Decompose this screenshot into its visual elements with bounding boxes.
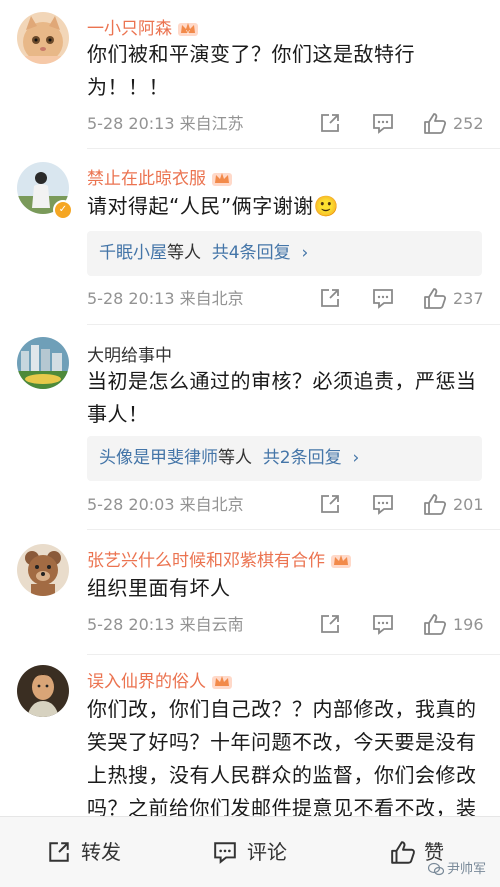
painting-avatar-image xyxy=(17,665,69,717)
comment-icon xyxy=(373,289,393,309)
reply-user-link[interactable]: 千眠小屋 xyxy=(99,243,167,263)
avatar[interactable] xyxy=(17,665,69,717)
forward-button[interactable] xyxy=(319,490,343,520)
avatar[interactable] xyxy=(17,12,69,64)
bear-avatar-image xyxy=(17,544,69,596)
comment-text: 组织里面有坏人 xyxy=(87,576,231,600)
replies-preview[interactable]: 头像是甲斐律师等人 共2条回复 › xyxy=(87,436,482,481)
comment-item: ✓ 禁止在此晾衣服 请对得起“人民”俩字谢谢🙂 千眠小屋等人 共4条回复 › 5… xyxy=(0,150,500,325)
comment-time-location: 5-28 20:13 来自云南 xyxy=(87,615,244,634)
thumbs-up-icon xyxy=(424,494,447,515)
comment-text: 你们被和平演变了？你们这是敌特行为！！！ xyxy=(87,42,415,99)
vip-crown-icon xyxy=(212,173,232,186)
comment-time-location: 5-28 20:03 来自北京 xyxy=(87,495,244,514)
forward-label: 转发 xyxy=(81,840,121,864)
vip-crown-icon xyxy=(331,555,351,568)
forward-button[interactable] xyxy=(319,284,343,314)
comment-button[interactable] xyxy=(372,109,396,139)
reply-user-link[interactable]: 头像是甲斐律师 xyxy=(99,448,218,468)
thumbs-up-icon xyxy=(424,288,447,309)
comment-item: 一小只阿森 V 你们被和平演变了？你们这是敌特行为！！！ 5-28 20:13 来… xyxy=(0,0,500,150)
thumbs-up-icon xyxy=(424,113,447,134)
comment-label: 评论 xyxy=(247,840,287,864)
vip-crown-icon xyxy=(212,676,232,689)
bottom-forward-button[interactable]: 转发 xyxy=(47,817,137,887)
comment-icon xyxy=(373,114,393,134)
comment-icon xyxy=(373,615,393,635)
forward-icon xyxy=(321,114,339,132)
bottom-action-bar: 转发 评论 赞 尹帅军 xyxy=(0,816,500,887)
comment-button[interactable] xyxy=(372,284,396,314)
cat-avatar-image xyxy=(17,12,69,64)
comment-time-location: 5-28 20:13 来自北京 xyxy=(87,289,244,308)
comment-button[interactable] xyxy=(372,610,396,640)
reply-count-link[interactable]: 共2条回复 xyxy=(263,448,342,468)
comment-text: 当初是怎么通过的审核？必须追责，严惩当事人！ xyxy=(87,369,477,426)
forward-button[interactable] xyxy=(319,109,343,139)
commenter-name[interactable]: 大明给事中 xyxy=(87,341,172,366)
comment-icon xyxy=(214,842,236,864)
comment-item: 大明给事中 当初是怎么通过的审核？必须追责，严惩当事人！ 头像是甲斐律师等人 共… xyxy=(0,325,500,530)
wechat-icon xyxy=(427,862,445,876)
chevron-right-icon: › xyxy=(290,243,309,263)
thumbs-up-icon xyxy=(391,841,415,864)
like-count: 196 xyxy=(453,615,484,634)
comment-time-location: 5-28 20:13 来自江苏 xyxy=(87,114,244,133)
forward-icon xyxy=(321,615,339,633)
comment-text: 你们改，你们自己改？？内部修改，我真的笑哭了好吗？十年问题不改，今天要是没有上热… xyxy=(87,697,477,817)
forward-button[interactable] xyxy=(319,610,343,640)
like-button[interactable]: 196 xyxy=(423,610,484,640)
comment-meta: 5-28 20:03 来自北京 201 xyxy=(87,490,484,520)
avatar[interactable] xyxy=(17,544,69,596)
comment-icon xyxy=(373,495,393,515)
thumbs-up-icon xyxy=(424,614,447,635)
comment-button[interactable] xyxy=(372,490,396,520)
forward-icon xyxy=(321,495,339,513)
replies-preview[interactable]: 千眠小屋等人 共4条回复 › xyxy=(87,231,482,276)
commenter-name[interactable]: 一小只阿森 V xyxy=(87,14,199,39)
comment-meta: 5-28 20:13 来自北京 237 xyxy=(87,284,484,314)
comment-item: 张艺兴什么时候和邓紫棋有合作 组织里面有坏人 5-28 20:13 来自云南 1… xyxy=(0,530,500,655)
commenter-name[interactable]: 张艺兴什么时候和邓紫棋有合作 xyxy=(87,546,352,571)
comment-item: 误入仙界的俗人 你们改，你们自己改？？内部修改，我真的笑哭了好吗？十年问题不改，… xyxy=(0,655,500,817)
forward-icon xyxy=(321,289,339,307)
commenter-name[interactable]: 禁止在此晾衣服 xyxy=(87,164,233,189)
like-count: 201 xyxy=(453,495,484,514)
avatar[interactable] xyxy=(17,337,69,389)
watermark: 尹帅军 xyxy=(427,858,486,877)
like-button[interactable]: 237 xyxy=(423,284,484,314)
like-count: 237 xyxy=(453,289,484,308)
comment-meta: 5-28 20:13 来自江苏 252 xyxy=(87,109,484,139)
like-button[interactable]: 252 xyxy=(423,109,484,139)
commenter-name[interactable]: 误入仙界的俗人 xyxy=(87,667,233,692)
like-button[interactable]: 201 xyxy=(423,490,484,520)
like-count: 252 xyxy=(453,114,484,133)
forward-icon xyxy=(49,842,69,862)
divider xyxy=(87,148,500,149)
bottom-comment-button[interactable]: 评论 xyxy=(213,817,303,887)
verified-badge-icon: ✓ xyxy=(53,200,73,220)
comment-text: 请对得起“人民”俩字谢谢🙂 xyxy=(87,194,340,218)
city-avatar-image xyxy=(17,337,69,389)
reply-count-link[interactable]: 共4条回复 xyxy=(212,243,291,263)
chevron-right-icon: › xyxy=(341,448,360,468)
vip-crown-icon: V xyxy=(178,23,198,36)
comment-meta: 5-28 20:13 来自云南 196 xyxy=(87,610,484,640)
svg-text:V: V xyxy=(186,30,190,36)
